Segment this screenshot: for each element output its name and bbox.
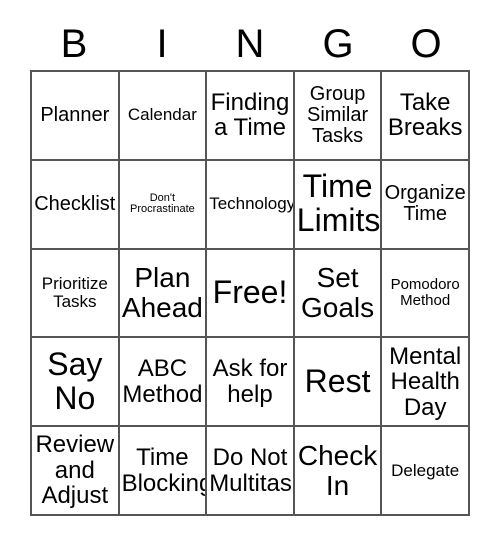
header-letter-o: O [410,22,442,66]
bingo-cell[interactable]: Pomodoro Method [382,249,470,339]
bingo-card: B I N G O Planner Calendar Finding a Tim… [0,0,500,544]
bingo-cell[interactable]: Organize Time [382,160,470,250]
bingo-cell-label: Technology [209,194,295,214]
bingo-cell[interactable]: Group Similar Tasks [294,72,383,161]
bingo-cell-label: Checklist [34,192,116,215]
header-letter-n: N [235,22,265,66]
bingo-cell-label: Organize Time [384,182,466,226]
bingo-cell[interactable]: Technology [207,160,295,250]
bingo-cell[interactable]: Review and Adjust [32,427,120,516]
bingo-row: Checklist Don't Procrastinate Technology… [32,160,470,250]
bingo-cell-free[interactable]: Free! [207,249,295,339]
bingo-cell-label: Do Not Multitask [209,444,295,497]
bingo-cell[interactable]: Rest [294,338,383,428]
bingo-cell-label: Don't Procrastinate [129,191,195,216]
bingo-cell[interactable]: Calendar [119,72,208,161]
bingo-cell-label: Time Blocking [121,444,208,497]
bingo-cell[interactable]: Check In [294,427,383,516]
bingo-row: Prioritize Tasks Plan Ahead Free! Set Go… [32,249,470,339]
header-letter-i: I [156,22,168,66]
header-letter-b: B [60,22,88,66]
header-letter-g: G [322,22,354,66]
bingo-cell[interactable]: Do Not Multitask [207,427,295,516]
bingo-cell[interactable]: Planner [32,72,120,161]
bingo-cell-label: Pomodoro Method [390,276,460,309]
bingo-cell-label: Check In [297,439,378,501]
bingo-row: Say No ABC Method Ask for help Rest Ment… [32,338,470,428]
bingo-grid: Planner Calendar Finding a Time Group Si… [30,70,470,516]
bingo-cell-label: Finding a Time [210,88,290,142]
bingo-cell[interactable]: ABC Method [119,338,208,428]
bingo-cell[interactable]: Say No [32,338,120,428]
bingo-cell-label: Prioritize Tasks [41,273,108,311]
bingo-cell-label: Planner [40,103,110,126]
bingo-cell[interactable]: Don't Procrastinate [119,160,208,250]
bingo-cell-label: Calendar [127,105,197,125]
bingo-cell[interactable]: Set Goals [294,249,383,339]
bingo-cell-label: Say No [47,345,103,416]
bingo-cell-label: Set Goals [301,262,375,323]
bingo-cell[interactable]: Delegate [382,427,470,516]
bingo-row: Planner Calendar Finding a Time Group Si… [32,72,470,161]
bingo-header: B I N G O [30,18,470,70]
bingo-cell-label: Mental Health Day [389,342,462,421]
bingo-cell-label: Take Breaks [387,88,463,142]
bingo-cell[interactable]: Finding a Time [207,72,295,161]
bingo-cell-label: Rest [304,362,371,399]
bingo-cell[interactable]: Time Limits [294,160,383,250]
bingo-cell-label: Delegate [391,460,460,480]
bingo-cell[interactable]: Time Blocking [119,427,208,516]
bingo-cell[interactable]: Mental Health Day [382,338,470,428]
bingo-cell[interactable]: Ask for help [207,338,295,428]
bingo-cell-label: Plan Ahead [121,262,203,323]
bingo-cell-label: Time Limits [296,168,381,239]
bingo-cell[interactable]: Plan Ahead [119,249,208,339]
bingo-cell-label: Group Similar Tasks [307,82,369,147]
bingo-cell-label: Free! [212,274,288,311]
bingo-cell-label: Review and Adjust [35,431,115,510]
bingo-cell-label: Ask for help [212,355,288,408]
bingo-cell-label: ABC Method [122,355,203,408]
bingo-row: Review and Adjust Time Blocking Do Not M… [32,427,470,516]
bingo-cell[interactable]: Take Breaks [382,72,470,161]
bingo-cell[interactable]: Checklist [32,160,120,250]
bingo-cell[interactable]: Prioritize Tasks [32,249,120,339]
